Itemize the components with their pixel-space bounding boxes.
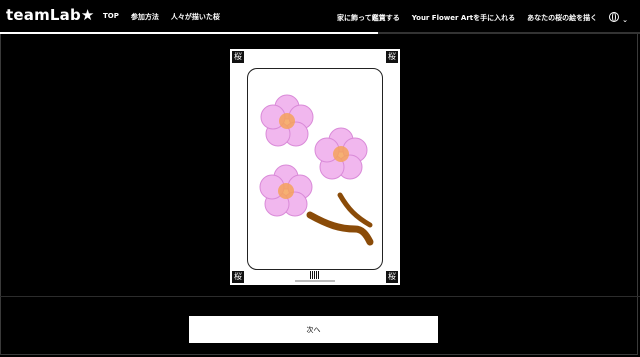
sakura-card: 桜 桜 桜 桜	[230, 49, 400, 285]
logo-text: teamLab	[6, 6, 81, 24]
cherry-blossom-drawing	[259, 94, 374, 246]
globe-icon	[609, 12, 620, 22]
nav-draw-your-sakura[interactable]: あなたの桜の絵を描く	[527, 13, 597, 23]
star-icon: ★	[80, 6, 95, 24]
nav-people-drawn-sakura[interactable]: 人々が描いた桜	[171, 12, 220, 22]
branch-shape	[337, 192, 373, 228]
chevron-down-icon: ⌄	[622, 16, 628, 24]
qr-code	[310, 271, 320, 279]
nav-get-flower-art[interactable]: Your Flower Artを手に入れる	[412, 13, 515, 23]
qr-caption	[295, 280, 335, 282]
teamlab-logo[interactable]: teamLab★	[6, 6, 95, 24]
nav-display-at-home[interactable]: 家に飾って鑑賞する	[337, 13, 400, 23]
primary-nav: TOP 参加方法 人々が描いた桜	[103, 12, 220, 22]
flower-top	[260, 94, 314, 147]
progress-fill	[0, 32, 378, 34]
flower-right	[314, 127, 368, 180]
language-selector[interactable]: ⌄	[609, 12, 628, 24]
flower-bottom	[259, 164, 313, 217]
next-button[interactable]: 次へ	[189, 316, 438, 343]
nav-top[interactable]: TOP	[103, 12, 119, 22]
nav-how-to-join[interactable]: 参加方法	[131, 12, 159, 22]
footer-divider	[0, 296, 640, 297]
top-nav-bar: teamLab★ TOP 参加方法 人々が描いた桜 家に飾って鑑賞する Your…	[0, 0, 640, 32]
secondary-nav: 家に飾って鑑賞する Your Flower Artを手に入れる あなたの桜の絵を…	[337, 12, 628, 24]
